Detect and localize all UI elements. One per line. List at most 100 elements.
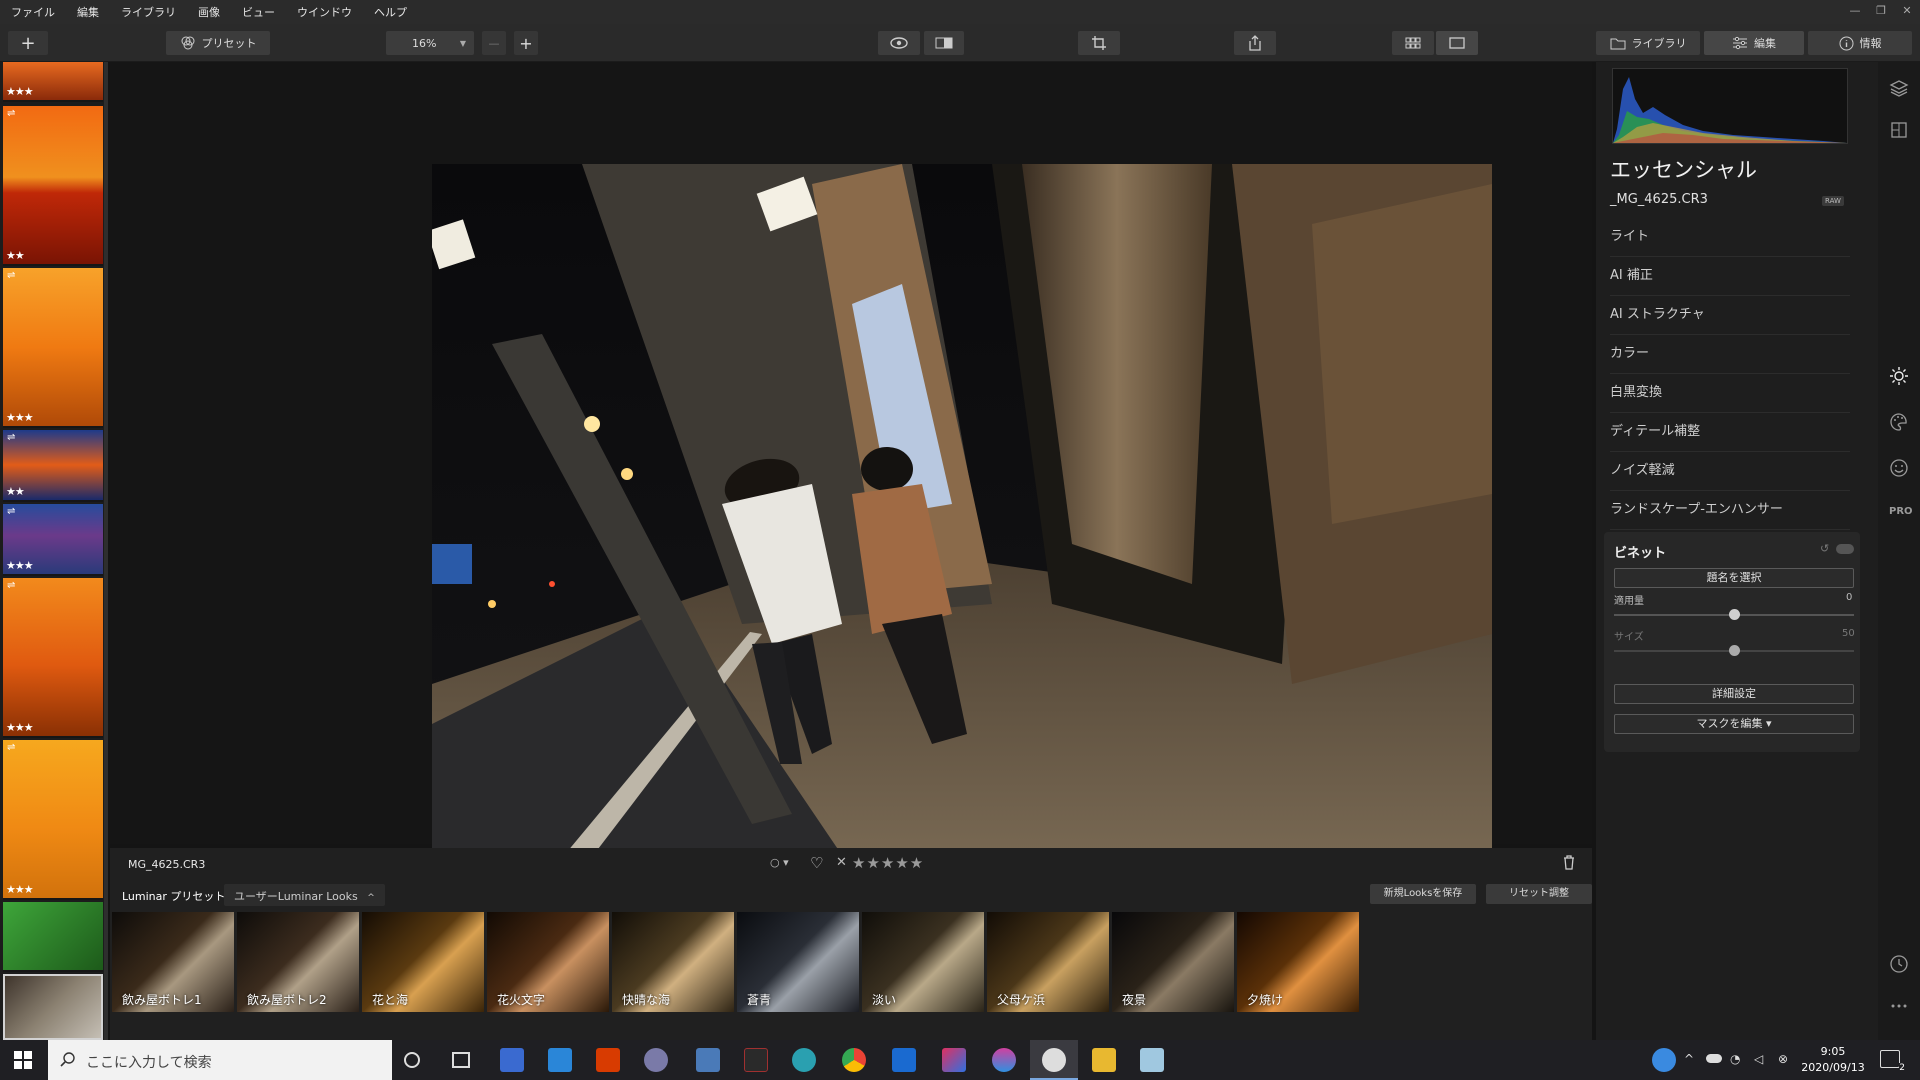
tab-edit[interactable]: 編集 (1704, 31, 1804, 55)
section-color[interactable]: カラー (1610, 335, 1850, 374)
thumbnail[interactable]: ⇌ ★★ (3, 106, 103, 266)
menu-help[interactable]: ヘルプ (363, 4, 418, 20)
section-light[interactable]: ライト (1610, 218, 1850, 257)
rating-stars[interactable]: ★★★★★ (852, 854, 924, 872)
calculator-icon[interactable] (696, 1048, 720, 1072)
preset-thumbnail[interactable]: 父母ケ浜 (987, 912, 1109, 1012)
share-button[interactable] (1234, 31, 1276, 55)
layers-icon[interactable] (1889, 78, 1909, 98)
tray-chevron-icon[interactable]: ^ (1684, 1052, 1694, 1066)
tab-library[interactable]: ライブラリ (1596, 31, 1700, 55)
flag-dropdown[interactable]: ○ ▾ (770, 856, 789, 869)
trash-icon[interactable] (1562, 854, 1576, 873)
thumbnail-scrollbar[interactable] (104, 62, 108, 1040)
advanced-settings-button[interactable]: 詳細設定 (1614, 684, 1854, 704)
thumbnail[interactable]: ⇌ ★★★ (3, 268, 103, 428)
file-explorer-icon[interactable] (1092, 1048, 1116, 1072)
menu-edit[interactable]: 編集 (66, 4, 110, 20)
reset-icon[interactable]: ↺ (1820, 542, 1829, 555)
zoom-select[interactable]: 16% ▼ (386, 31, 474, 55)
preset-thumbnail[interactable]: 淡い (862, 912, 984, 1012)
windows-start-icon[interactable] (14, 1051, 32, 1073)
store-icon[interactable] (500, 1048, 524, 1072)
menu-library[interactable]: ライブラリ (110, 4, 187, 20)
wifi-icon[interactable]: ◔ (1730, 1052, 1740, 1066)
amount-slider[interactable] (1614, 609, 1854, 620)
no-connection-icon[interactable]: ⊗ (1778, 1052, 1788, 1066)
size-slider-thumb[interactable] (1729, 645, 1740, 656)
section-landscape[interactable]: ランドスケープ-エンハンサー (1610, 491, 1850, 530)
preset-thumbnail[interactable]: 快晴な海 (612, 912, 734, 1012)
save-looks-button[interactable]: 新規Looksを保存 (1370, 884, 1476, 904)
chrome-icon[interactable] (842, 1048, 866, 1072)
face-icon[interactable] (1889, 458, 1909, 478)
amount-slider-thumb[interactable] (1729, 609, 1740, 620)
app-icon[interactable] (1140, 1048, 1164, 1072)
preview-toggle-button[interactable] (878, 31, 920, 55)
cortana-icon[interactable] (404, 1052, 420, 1068)
presets-button[interactable]: プリセット (166, 31, 270, 55)
sun-icon[interactable] (1889, 366, 1909, 386)
thumbnail[interactable]: ⇌ ★★★ (3, 578, 103, 738)
single-view-button[interactable] (1436, 31, 1478, 55)
thumbnail[interactable]: ⇌ ★★ (3, 430, 103, 502)
app-icon[interactable] (644, 1048, 668, 1072)
section-denoise[interactable]: ノイズ軽減 (1610, 452, 1850, 491)
thumbnail-selected[interactable] (3, 974, 103, 1040)
clock[interactable]: 9:05 2020/09/13 (1796, 1044, 1870, 1076)
close-button[interactable]: ✕ (1894, 0, 1920, 24)
menu-view[interactable]: ビュー (231, 4, 286, 20)
thumbnail[interactable]: ★★★ (3, 62, 103, 102)
preset-thumbnail[interactable]: 花火文字 (487, 912, 609, 1012)
section-details[interactable]: ディテール補整 (1610, 413, 1850, 452)
gallery-view-button[interactable] (1392, 31, 1434, 55)
preset-thumbnail[interactable]: 飲み屋ボトレ1 (112, 912, 234, 1012)
mail-icon[interactable] (548, 1048, 572, 1072)
pro-icon[interactable]: PRO (1889, 502, 1913, 522)
visibility-toggle-icon[interactable] (1836, 544, 1854, 554)
app-icon[interactable] (892, 1048, 916, 1072)
app-icon[interactable] (942, 1048, 966, 1072)
luminar-taskbar-button[interactable] (1030, 1040, 1078, 1080)
zoom-in-button[interactable]: + (514, 31, 538, 55)
add-photos-button[interactable]: + (8, 31, 48, 55)
section-ai-structure[interactable]: AI ストラクチャ (1610, 296, 1850, 335)
edge-icon[interactable] (792, 1048, 816, 1072)
crop-button[interactable] (1078, 31, 1120, 55)
menu-image[interactable]: 画像 (187, 4, 231, 20)
cloud-icon[interactable] (1706, 1054, 1722, 1063)
zoom-out-button[interactable]: — (482, 31, 506, 55)
notification-icon[interactable]: 2 (1880, 1050, 1905, 1073)
compare-button[interactable] (924, 31, 964, 55)
section-bw[interactable]: 白黒変換 (1610, 374, 1850, 413)
tab-info[interactable]: 情報 (1808, 31, 1912, 55)
thumbnail[interactable] (3, 902, 103, 972)
preset-thumbnail[interactable]: 蒼青 (737, 912, 859, 1012)
reject-icon[interactable]: ✕ (836, 855, 847, 870)
volume-icon[interactable]: ◁ (1754, 1052, 1763, 1066)
menu-window[interactable]: ウインドウ (286, 4, 363, 20)
reset-adjustments-button[interactable]: リセット調整 (1486, 884, 1592, 904)
maximize-button[interactable]: ❐ (1868, 0, 1894, 24)
preset-thumbnail[interactable]: 飲み屋ボトレ2 (237, 912, 359, 1012)
preset-category-select[interactable]: ユーザーLuminar Looks ^ (224, 884, 385, 906)
favorite-heart-icon[interactable]: ♡ (810, 854, 823, 872)
section-ai-enhance[interactable]: AI 補正 (1610, 257, 1850, 296)
minimize-button[interactable]: — (1842, 0, 1868, 24)
select-subject-button[interactable]: 題名を選択 (1614, 568, 1854, 588)
palette-icon[interactable] (1889, 412, 1909, 432)
thumbnail[interactable]: ⇌ ★★★ (3, 504, 103, 576)
history-icon[interactable] (1889, 954, 1909, 974)
app-icon[interactable] (744, 1048, 768, 1072)
size-slider[interactable] (1614, 645, 1854, 656)
main-photo[interactable] (432, 164, 1492, 870)
preset-thumbnail[interactable]: 夕焼け (1237, 912, 1359, 1012)
app-icon[interactable] (992, 1048, 1016, 1072)
preset-thumbnail[interactable]: 花と海 (362, 912, 484, 1012)
task-view-icon[interactable] (452, 1052, 470, 1068)
menu-file[interactable]: ファイル (0, 4, 66, 20)
canvas-icon[interactable] (1889, 120, 1909, 140)
more-icon[interactable] (1889, 996, 1909, 1016)
preset-thumbnail[interactable]: 夜景 (1112, 912, 1234, 1012)
help-icon[interactable] (1652, 1048, 1676, 1072)
